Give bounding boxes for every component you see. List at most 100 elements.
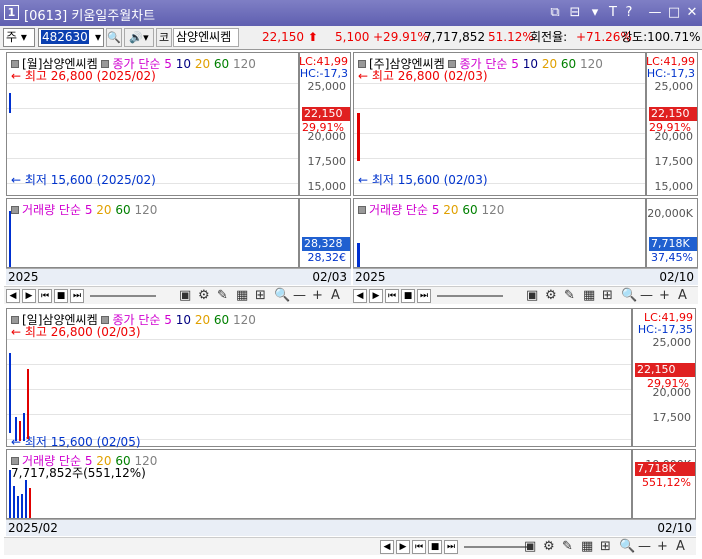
window-title: [0613] 키움일주월차트	[24, 9, 156, 24]
compare-icon[interactable]: ▦	[581, 539, 593, 555]
font-icon[interactable]: A	[678, 288, 687, 304]
zoom-in-icon[interactable]: +	[657, 539, 668, 555]
date-start: 2025	[355, 270, 386, 284]
restore-icon[interactable]: ⊟	[568, 5, 582, 20]
grid-icon[interactable]: ▣	[179, 288, 191, 304]
first-button[interactable]: ⏮	[412, 540, 426, 554]
font-icon[interactable]: A	[676, 539, 685, 555]
code-input[interactable]: 482630 ▾	[38, 28, 104, 47]
first-button[interactable]: ⏮	[385, 289, 399, 303]
scroll-right-button[interactable]: ▶	[396, 540, 410, 554]
draw-icon[interactable]: ✎	[562, 539, 573, 555]
zoom-out-icon[interactable]: —	[640, 288, 653, 304]
high-label: ← 최고 26,800 (02/03)	[11, 325, 141, 339]
zoom-slider[interactable]	[437, 295, 503, 297]
hc-label: HC:-17,35	[637, 323, 693, 336]
ma-label: 20	[541, 57, 558, 71]
candle	[27, 369, 29, 439]
stop-button[interactable]: ■	[54, 289, 68, 303]
pin-icon[interactable]: ▾	[588, 5, 602, 20]
font-icon[interactable]: A	[331, 288, 340, 304]
candle	[15, 417, 17, 441]
stop-button[interactable]: ■	[401, 289, 415, 303]
scroll-right-button[interactable]: ▶	[22, 289, 36, 303]
scroll-left-button[interactable]: ◀	[6, 289, 20, 303]
hc-label: HC:-17,3	[646, 67, 695, 80]
maximize-button[interactable]: □	[667, 5, 681, 20]
rate-tag: 29,91%	[649, 121, 691, 134]
gear-icon[interactable]: ⚙	[543, 539, 555, 555]
settings-icon[interactable]	[358, 206, 366, 214]
ma-label: 60	[115, 203, 131, 217]
grid-line	[7, 133, 298, 134]
stop-button[interactable]: ■	[428, 540, 442, 554]
ma-label: 20	[194, 313, 211, 327]
zoom-out-icon[interactable]: —	[638, 539, 651, 555]
price-tick: 17,500	[654, 155, 694, 168]
price-tick: 15,000	[307, 180, 347, 193]
speaker-icon[interactable]: 🔊▾	[124, 28, 154, 47]
date-end: 02/10	[659, 270, 694, 284]
type-button[interactable]: 코	[156, 28, 172, 47]
grid-line	[7, 108, 298, 109]
first-button[interactable]: ⏮	[38, 289, 52, 303]
grid-icon[interactable]: ▣	[526, 288, 538, 304]
rate-tag: 29,91%	[302, 121, 344, 134]
volume-header: 거래량 단순 5 20 60 120	[358, 201, 504, 218]
gear-icon[interactable]: ⚙	[545, 288, 557, 304]
volume-pane: 거래량 단순 5 20 60 120	[353, 198, 646, 268]
last-button[interactable]: ⏭	[70, 289, 84, 303]
zoom-slider[interactable]	[90, 295, 156, 297]
strength-value: 강도:100.71%	[621, 30, 701, 44]
zoom-slider[interactable]	[464, 546, 530, 548]
last-button[interactable]: ⏭	[417, 289, 431, 303]
price-tick: 25,000	[652, 336, 692, 349]
price-pane: [주]삼양엔씨켐 종가 단순 5 10 20 60 120 ← 최고 26,800…	[353, 52, 646, 196]
minimize-button[interactable]: —	[648, 5, 662, 20]
settings-icon[interactable]	[11, 206, 19, 214]
grid-line	[7, 414, 631, 415]
ma-label: 120	[580, 57, 603, 71]
price-tag: 22,150	[649, 107, 697, 121]
ma-label: 10	[175, 313, 191, 327]
volume-axis: 28,328 28,32€	[299, 198, 351, 268]
ma-label: 60	[560, 57, 577, 71]
scroll-left-button[interactable]: ◀	[353, 289, 367, 303]
zoom-out-icon[interactable]: —	[293, 288, 306, 304]
compare-icon[interactable]: ▦	[236, 288, 248, 304]
price-change: 5,100	[335, 30, 370, 44]
volume-tag: 28,328	[302, 237, 350, 251]
font-icon[interactable]: T	[606, 5, 620, 20]
layout-icon[interactable]: ⊞	[600, 539, 611, 555]
close-button[interactable]: ✕	[685, 5, 699, 20]
gear-icon[interactable]: ⚙	[198, 288, 210, 304]
search-icon[interactable]: 🔍	[106, 28, 122, 47]
compare-icon[interactable]: ▦	[583, 288, 595, 304]
link-icon[interactable]: ⧉	[548, 5, 562, 20]
volume-label: 거래량 단순 5	[22, 203, 93, 217]
last-button[interactable]: ⏭	[444, 540, 458, 554]
draw-icon[interactable]: ✎	[217, 288, 228, 304]
zoom-in-icon[interactable]: +	[659, 288, 670, 304]
layout-icon[interactable]: ⊞	[602, 288, 613, 304]
volume-axis: 20,000K 7,718K 37,45%	[646, 198, 698, 268]
help-icon[interactable]: ?	[622, 5, 636, 20]
scroll-left-button[interactable]: ◀	[380, 540, 394, 554]
trade-volume: 7,717,852	[424, 30, 486, 44]
ma-label: 60	[462, 203, 478, 217]
ma-label: 20	[96, 203, 112, 217]
draw-icon[interactable]: ✎	[564, 288, 575, 304]
ma-label: 20	[194, 57, 211, 71]
search-icon[interactable]: 🔍	[274, 288, 290, 304]
layout-icon[interactable]: ⊞	[255, 288, 266, 304]
zoom-in-icon[interactable]: +	[312, 288, 323, 304]
stock-name: 삼양엔씨켐	[173, 28, 239, 47]
search-icon[interactable]: 🔍	[619, 539, 635, 555]
market-select[interactable]: 주 ▾	[3, 28, 35, 47]
scroll-right-button[interactable]: ▶	[369, 289, 383, 303]
grid-icon[interactable]: ▣	[524, 539, 536, 555]
high-label: ← 최고 26,800 (2025/02)	[11, 69, 156, 83]
search-icon[interactable]: 🔍	[621, 288, 637, 304]
volume-bar	[25, 480, 27, 518]
grid-line	[7, 389, 631, 390]
